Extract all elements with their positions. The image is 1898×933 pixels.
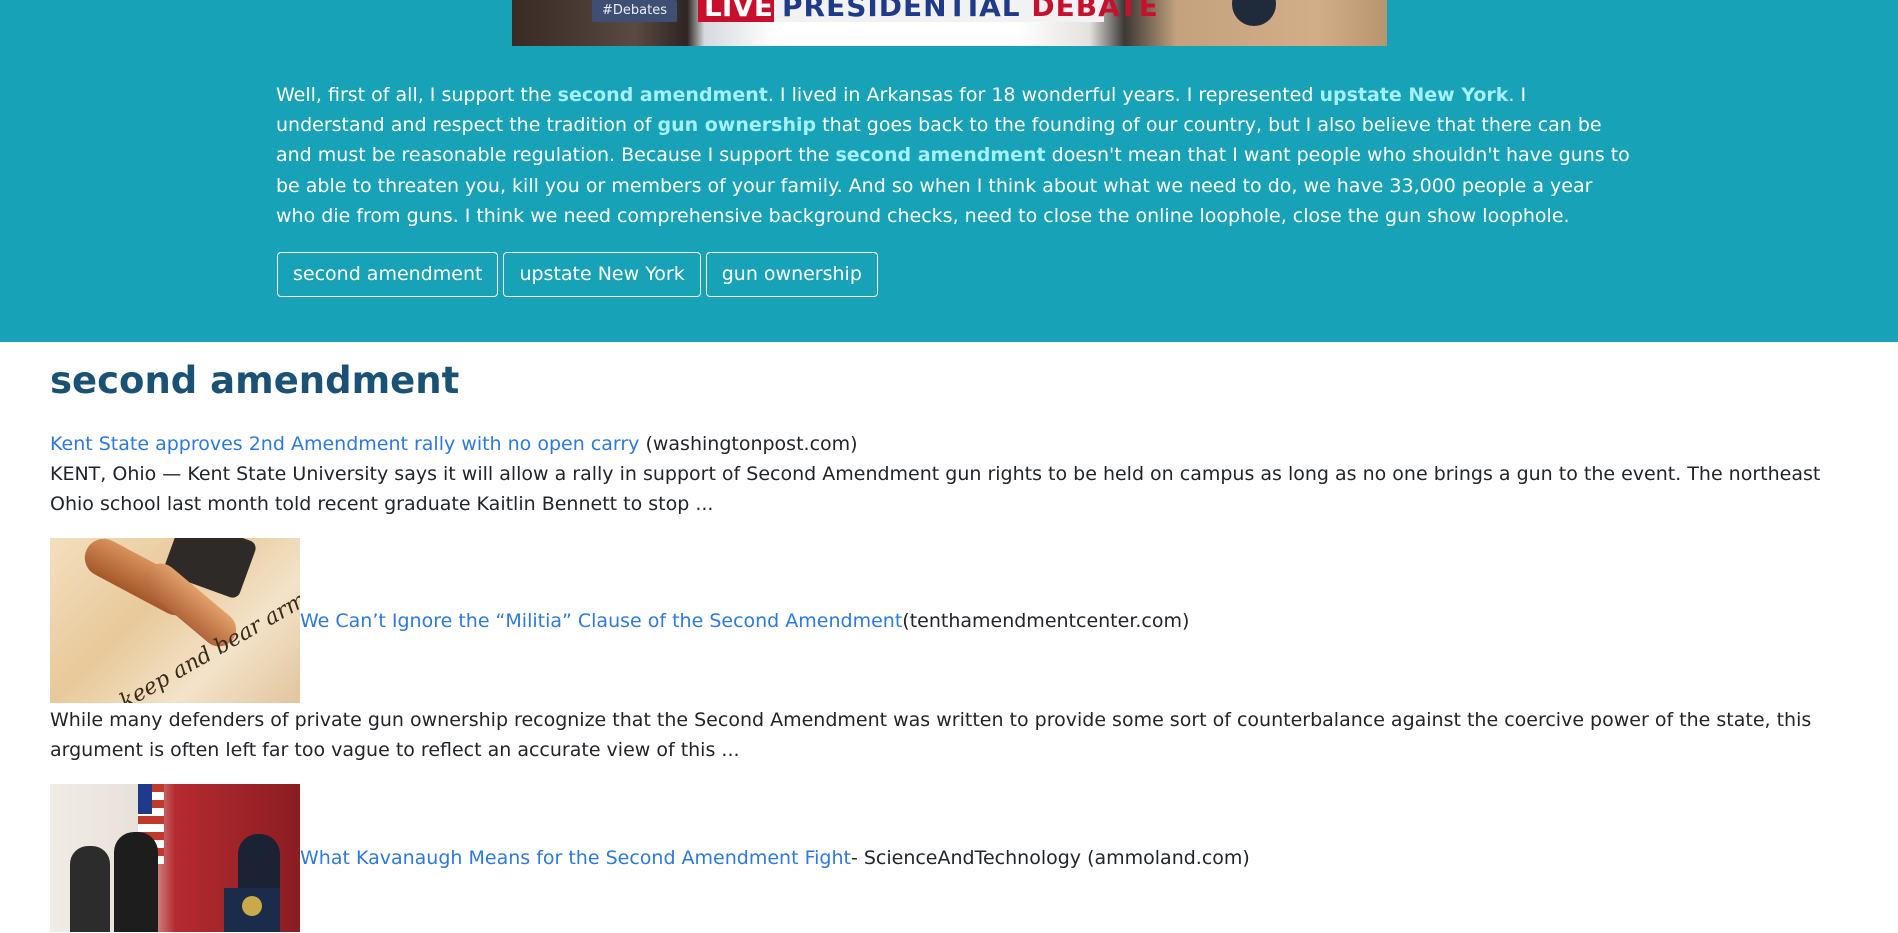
debate-banner-title: PRESIDENTIAL DEBATE xyxy=(782,0,1159,23)
live-label: LIVE xyxy=(698,0,780,22)
keyword-highlight[interactable]: gun ownership xyxy=(657,114,816,136)
microphone-icon xyxy=(1232,0,1276,26)
article-snippet: KENT, Ohio — Kent State University says … xyxy=(50,463,1821,515)
section-title: second amendment xyxy=(50,359,460,402)
keyword-highlight[interactable]: second amendment xyxy=(558,84,768,106)
article-item: What Kavanaugh Means for the Second Amen… xyxy=(50,784,1250,932)
keyword-highlight[interactable]: upstate New York xyxy=(1319,84,1508,106)
topic-chip-gun-ownership[interactable]: gun ownership xyxy=(705,252,878,297)
topic-chips: second amendment upstate New York gun ow… xyxy=(277,252,878,297)
article-snippet: While many defenders of private gun owne… xyxy=(50,709,1812,761)
article-link[interactable]: Kent State approves 2nd Amendment rally … xyxy=(50,433,639,455)
article-source: - ScienceAndTechnology (ammoland.com) xyxy=(850,847,1250,869)
debate-video-frame[interactable]: #Debates LIVE PRESIDENTIAL DEBATE xyxy=(512,0,1387,46)
article-source: (tenthamendmentcenter.com) xyxy=(902,609,1190,632)
article-item: to keep and bear arms We Can’t Ignore th… xyxy=(50,538,1189,703)
article-item: Kent State approves 2nd Amendment rally … xyxy=(50,429,1840,519)
article-thumbnail[interactable] xyxy=(50,784,300,932)
article-link[interactable]: We Can’t Ignore the “Militia” Clause of … xyxy=(300,610,902,632)
keyword-highlight[interactable]: second amendment xyxy=(835,144,1045,166)
topic-chip-upstate-new-york[interactable]: upstate New York xyxy=(503,252,701,297)
article-source: (washingtonpost.com) xyxy=(639,433,858,455)
topic-section: second amendment xyxy=(50,356,1840,406)
article-link[interactable]: What Kavanaugh Means for the Second Amen… xyxy=(300,847,851,869)
transcript-text: Well, first of all, I support the second… xyxy=(276,84,1630,227)
debates-hashtag-badge: #Debates xyxy=(592,0,677,22)
topic-chip-second-amendment[interactable]: second amendment xyxy=(277,252,499,297)
transcript-panel: #Debates LIVE PRESIDENTIAL DEBATE Well, … xyxy=(0,0,1898,342)
article-thumbnail[interactable]: to keep and bear arms xyxy=(50,538,300,703)
